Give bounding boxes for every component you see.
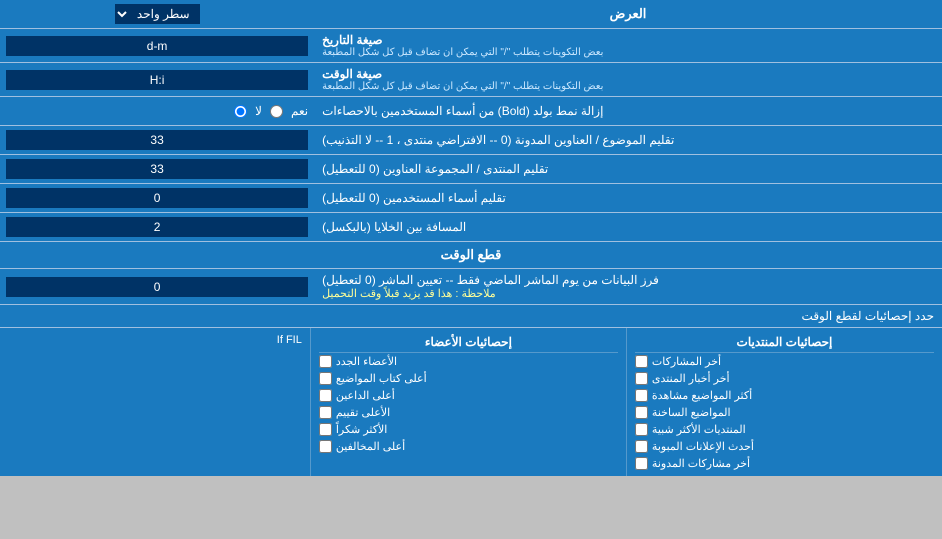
top-rated-checkbox[interactable] (319, 406, 332, 419)
limit-label: حدد إحصائيات لقطع الوقت (8, 309, 934, 323)
hot-topics-checkbox[interactable] (635, 406, 648, 419)
checkbox-most-thanks: الأكثر شكراً (319, 421, 618, 438)
top-violations-label: أعلى المخالفين (336, 440, 405, 453)
date-format-label: صيغة التاريخ (322, 33, 383, 47)
most-viewed-checkbox[interactable] (635, 389, 648, 402)
posts-col-header: إحصائيات المنتديات (635, 332, 934, 353)
date-format-sublabel: بعض التكوينات يتطلب "/" التي يمكن ان تضا… (322, 47, 603, 58)
latest-classifieds-label: أحدث الإعلانات المبوبة (652, 440, 754, 453)
radio-no[interactable] (234, 105, 247, 118)
display-mode-select[interactable]: سطر واحد سطرين (115, 4, 200, 24)
cutoff-row: فرز البيانات من يوم الماشر الماضي فقط --… (0, 269, 942, 305)
checkbox-top-inviters: أعلى الداعين (319, 387, 618, 404)
cell-spacing-row: المسافة بين الخلايا (بالبكسل) (0, 213, 942, 242)
members-checkbox-col: إحصائيات الأعضاء الأعضاء الجدد أعلى كتاب… (311, 328, 627, 476)
date-format-row: صيغة التاريخ بعض التكوينات يتطلب "/" الت… (0, 29, 942, 63)
cell-spacing-label: المسافة بين الخلايا (بالبكسل) (322, 220, 466, 234)
checkbox-section: إحصائيات المنتديات أخر المشاركات أخر أخب… (0, 328, 942, 476)
top-inviters-checkbox[interactable] (319, 389, 332, 402)
radio-yes[interactable] (270, 105, 283, 118)
last-blog-label: أخر مشاركات المدونة (652, 457, 750, 470)
remove-bold-row: إزالة نمط بولد (Bold) من أسماء المستخدمي… (0, 97, 942, 126)
cell-spacing-input[interactable] (6, 217, 308, 237)
radio-no-label: لا (255, 104, 262, 118)
checkbox-hot-topics: المواضيع الساخنة (635, 404, 934, 421)
date-format-input[interactable] (6, 36, 308, 56)
topic-trim-row: تقليم الموضوع / العناوين المدونة (0 -- ا… (0, 126, 942, 155)
checkbox-last-blog: أخر مشاركات المدونة (635, 455, 934, 472)
limit-row: حدد إحصائيات لقطع الوقت (0, 305, 942, 328)
top-rated-label: الأعلى تقييم (336, 406, 390, 419)
checkbox-last-posts: أخر المشاركات (635, 353, 934, 370)
members-col-header: إحصائيات الأعضاء (319, 332, 618, 353)
top-posters-checkbox[interactable] (319, 372, 332, 385)
new-members-label: الأعضاء الجدد (336, 355, 397, 368)
topic-trim-input[interactable] (6, 130, 308, 150)
last-posts-label: أخر المشاركات (652, 355, 721, 368)
top-posters-label: أعلى كتاب المواضيع (336, 372, 427, 385)
top-inviters-label: أعلى الداعين (336, 389, 395, 402)
checkbox-top-posters: أعلى كتاب المواضيع (319, 370, 618, 387)
cutoff-label: فرز البيانات من يوم الماشر الماضي فقط --… (322, 273, 659, 287)
checkbox-last-news: أخر أخبار المنتدى (635, 370, 934, 387)
checkbox-most-similar: المنتديات الأكثر شبية (635, 421, 934, 438)
most-thanks-label: الأكثر شكراً (336, 423, 387, 436)
most-viewed-label: أكثر المواضيع مشاهدة (652, 389, 752, 402)
header-row: العرض سطر واحد سطرين (0, 0, 942, 29)
checkbox-top-violations: أعلى المخالفين (319, 438, 618, 455)
forum-trim-label: تقليم المنتدى / المجموعة العناوين (0 للت… (322, 162, 548, 176)
realtime-section-header: قطع الوقت (0, 242, 942, 269)
forum-trim-input[interactable] (6, 159, 308, 179)
most-similar-checkbox[interactable] (635, 423, 648, 436)
remove-bold-label: إزالة نمط بولد (Bold) من أسماء المستخدمي… (322, 104, 603, 118)
checkbox-latest-classifieds: أحدث الإعلانات المبوبة (635, 438, 934, 455)
hot-topics-label: المواضيع الساخنة (652, 406, 731, 419)
right-col: If FIL (0, 328, 311, 476)
page-title: العرض (610, 6, 647, 22)
checkbox-most-viewed: أكثر المواضيع مشاهدة (635, 387, 934, 404)
time-format-input[interactable] (6, 70, 308, 90)
last-news-checkbox[interactable] (635, 372, 648, 385)
cutoff-note: ملاحظة : هذا قد يزيد قبلاً وقت التحميل (322, 287, 496, 300)
username-trim-row: تقليم أسماء المستخدمين (0 للتعطيل) (0, 184, 942, 213)
last-posts-checkbox[interactable] (635, 355, 648, 368)
new-members-checkbox[interactable] (319, 355, 332, 368)
cutoff-input[interactable] (6, 277, 308, 297)
time-format-label: صيغة الوقت (322, 67, 382, 81)
topic-trim-label: تقليم الموضوع / العناوين المدونة (0 -- ا… (322, 133, 674, 147)
time-format-sublabel: بعض التكوينات يتطلب "/" التي يمكن ان تضا… (322, 81, 603, 92)
last-blog-checkbox[interactable] (635, 457, 648, 470)
checkbox-top-rated: الأعلى تقييم (319, 404, 618, 421)
most-thanks-checkbox[interactable] (319, 423, 332, 436)
username-trim-label: تقليم أسماء المستخدمين (0 للتعطيل) (322, 191, 506, 205)
time-format-row: صيغة الوقت بعض التكوينات يتطلب "/" التي … (0, 63, 942, 97)
checkbox-new-members: الأعضاء الجدد (319, 353, 618, 370)
most-similar-label: المنتديات الأكثر شبية (652, 423, 746, 436)
if-fil-text: If FIL (8, 332, 302, 346)
forum-trim-row: تقليم المنتدى / المجموعة العناوين (0 للت… (0, 155, 942, 184)
latest-classifieds-checkbox[interactable] (635, 440, 648, 453)
last-news-label: أخر أخبار المنتدى (652, 372, 730, 385)
radio-yes-label: نعم (291, 104, 308, 118)
username-trim-input[interactable] (6, 188, 308, 208)
posts-checkbox-col: إحصائيات المنتديات أخر المشاركات أخر أخب… (627, 328, 942, 476)
top-violations-checkbox[interactable] (319, 440, 332, 453)
